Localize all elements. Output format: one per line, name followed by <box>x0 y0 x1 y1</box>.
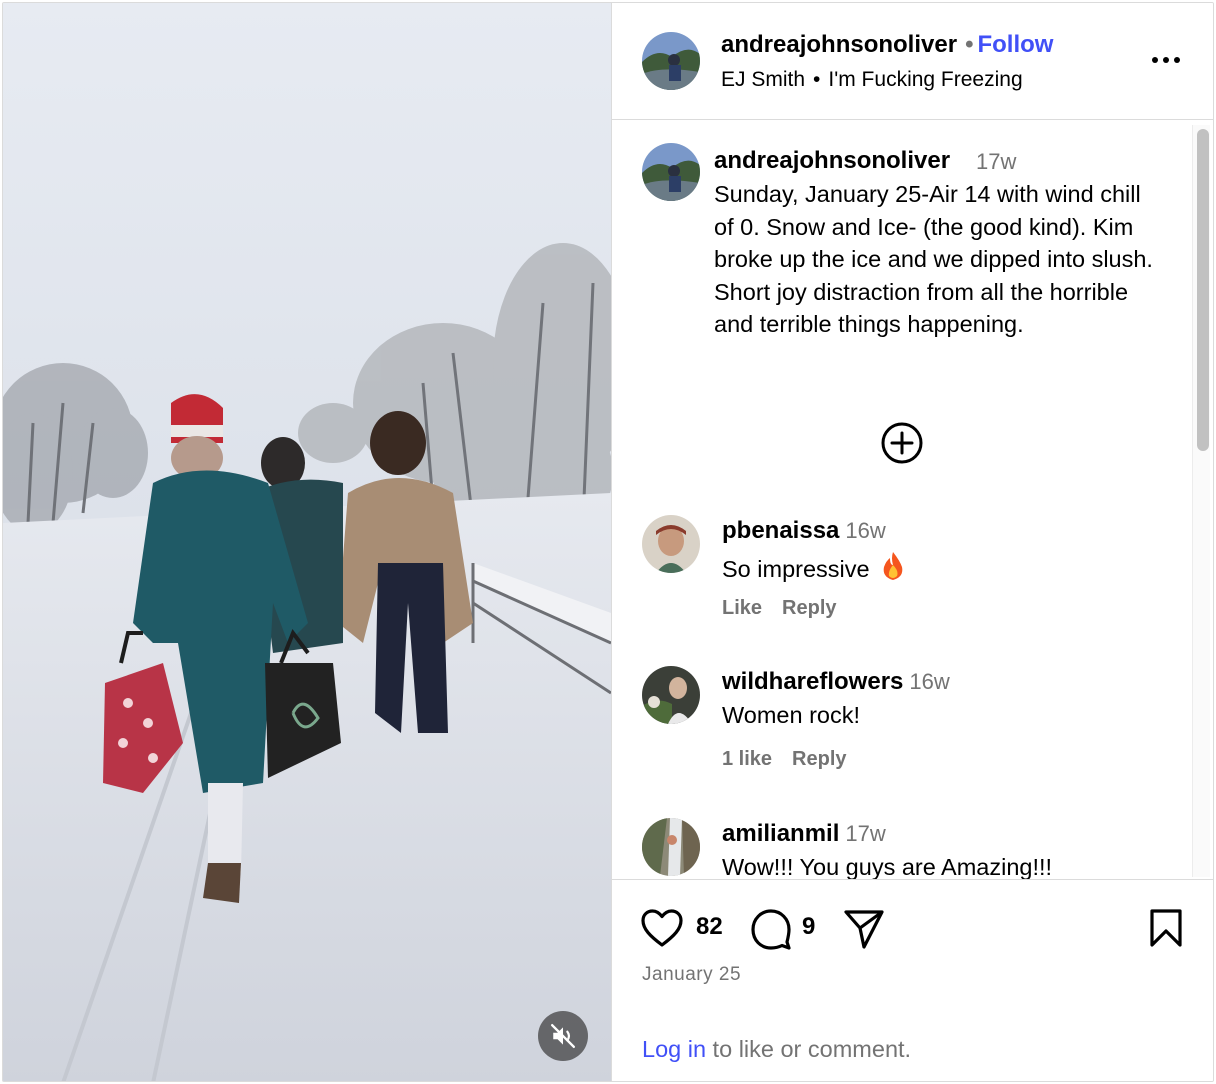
audio-title: I'm Fucking Freezing <box>828 68 1023 91</box>
post-footer: 82 9 January 25 Log in to like or commen… <box>612 879 1213 1081</box>
likes-count[interactable]: 82 <box>696 913 723 941</box>
login-prompt: Log in to like or comment. <box>642 1036 911 1063</box>
comment-icon <box>751 909 791 950</box>
comment-likes-count[interactable]: 1 like <box>722 748 772 770</box>
comment-timestamp[interactable]: 16w <box>845 518 885 543</box>
post-dialog: andreajohnsonoliver • Follow EJ Smith • I'm … <box>2 2 1214 1082</box>
like-button[interactable] <box>640 908 684 953</box>
audio-separator: • <box>813 68 821 91</box>
comment-timestamp[interactable]: 16w <box>909 669 949 694</box>
comment-reply-button[interactable]: Reply <box>782 597 836 619</box>
comment-text: Wow!!! You guys are Amazing!!! <box>722 854 1053 879</box>
comment-username[interactable]: wildhareflowers <box>722 668 903 695</box>
comment-button[interactable] <box>750 908 792 955</box>
header-dot: • <box>965 31 974 58</box>
post-header: andreajohnsonoliver • Follow EJ Smith • I'm … <box>612 3 1213 120</box>
audio-attribution[interactable]: EJ Smith • I'm Fucking Freezing <box>721 68 1023 92</box>
fire-emoji <box>880 551 906 587</box>
bookmark-icon <box>1150 909 1182 947</box>
post-video[interactable] <box>3 3 611 1081</box>
comments-scrollbar[interactable] <box>1192 125 1210 877</box>
mute-button[interactable] <box>538 1011 588 1061</box>
muted-speaker-icon <box>550 1023 576 1049</box>
comment-like-button[interactable]: Like <box>722 597 762 619</box>
comments-count[interactable]: 9 <box>802 913 815 941</box>
audio-author: EJ Smith <box>721 68 806 91</box>
comment-item: wildhareflowers 16w Women rock! 1 like Rep… <box>612 666 1192 816</box>
caption-username[interactable]: andreajohnsonoliver <box>714 147 950 175</box>
comment-item: pbenaissa 16w So impressive Like Reply <box>612 515 1192 665</box>
caption-avatar[interactable] <box>642 143 700 201</box>
follow-button[interactable]: Follow <box>977 31 1053 58</box>
video-frame <box>3 3 611 1081</box>
more-options-icon <box>1152 57 1180 63</box>
load-more-comments-button[interactable] <box>880 421 924 465</box>
share-icon <box>844 910 884 949</box>
commenter-avatar[interactable] <box>642 818 700 876</box>
comment-text: Women rock! <box>722 702 860 728</box>
login-link[interactable]: Log in <box>642 1036 706 1062</box>
comment-timestamp[interactable]: 17w <box>845 821 885 846</box>
comment-item: amilianmil 17w Wow!!! You guys are Amazin… <box>612 818 1192 879</box>
commenter-avatar[interactable] <box>642 515 700 573</box>
scrollbar-thumb[interactable] <box>1197 129 1209 451</box>
comment-username[interactable]: pbenaissa <box>722 517 839 544</box>
more-options-button[interactable] <box>1148 45 1184 75</box>
heart-icon <box>641 909 683 947</box>
comment-reply-button[interactable]: Reply <box>792 748 846 770</box>
post-date[interactable]: January 25 <box>642 964 741 986</box>
commenter-avatar[interactable] <box>642 666 700 724</box>
comment-username[interactable]: amilianmil <box>722 820 839 847</box>
author-username[interactable]: andreajohnsonoliver <box>721 31 957 58</box>
caption-timestamp[interactable]: 17w <box>976 149 1016 175</box>
comments-list[interactable]: andreajohnsonoliver 17w Sunday, January … <box>612 121 1213 879</box>
share-button[interactable] <box>842 908 886 955</box>
caption-text: Sunday, January 25-Air 14 with wind chil… <box>714 181 1153 337</box>
plus-circle-icon <box>881 422 923 464</box>
comment-text: So impressive <box>722 556 870 582</box>
post-side-panel: andreajohnsonoliver • Follow EJ Smith • I'm … <box>611 3 1213 1081</box>
author-avatar[interactable] <box>642 32 700 90</box>
save-button[interactable] <box>1148 908 1184 953</box>
login-prompt-text: to like or comment. <box>706 1036 912 1062</box>
